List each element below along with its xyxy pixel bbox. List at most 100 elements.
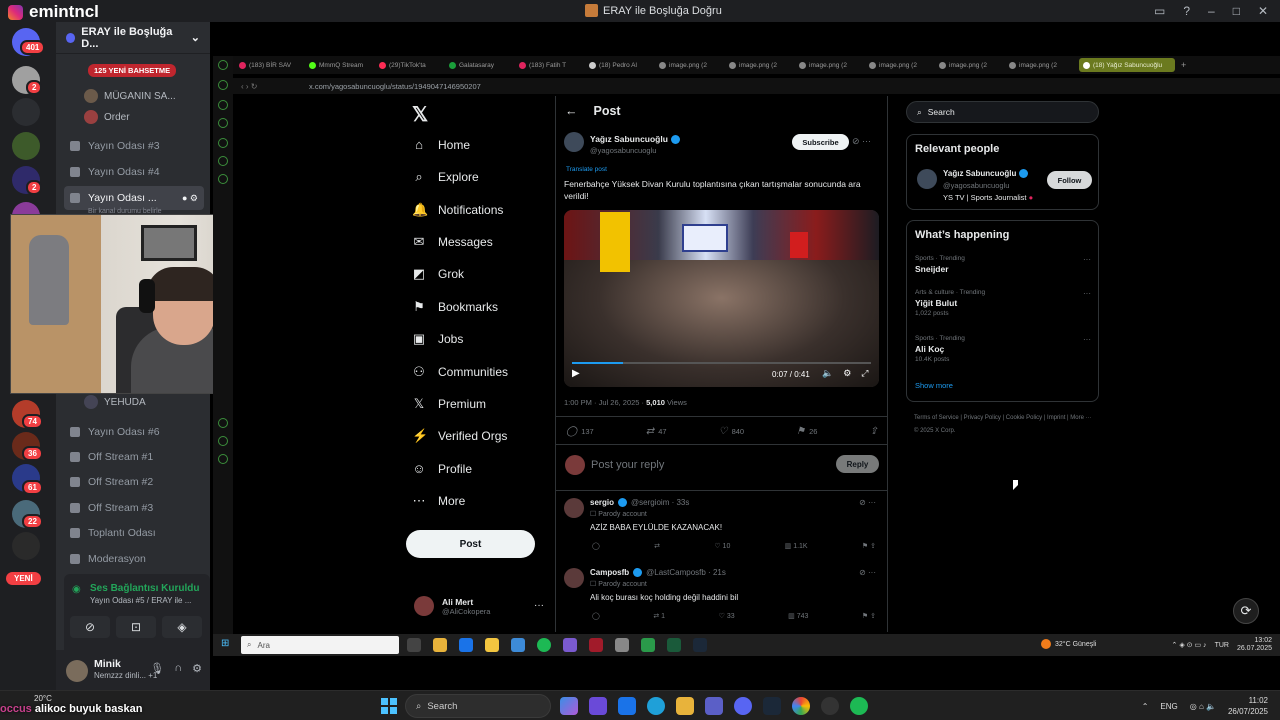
activity-icon[interactable]: ◈: [162, 616, 202, 638]
bookmark-action[interactable]: ⚑ 26: [796, 426, 817, 437]
channel-yayin-6[interactable]: Yayın Odası #6: [64, 420, 204, 444]
back-arrow-icon[interactable]: ←: [565, 104, 578, 118]
video-player[interactable]: ▶ 0:07 / 0:41 🔈 ⚙ ⤢: [564, 210, 879, 387]
server-header[interactable]: ERAY ile Boşluğa D... ⌄: [56, 22, 210, 54]
nav-item-jobs[interactable]: ▣ Jobs: [412, 331, 464, 347]
heart-icon[interactable]: ♡ 10: [714, 542, 730, 550]
trend-item[interactable]: Arts & culture · Trending Yiğit Bulut 1,02…: [915, 289, 1095, 317]
tweet-author[interactable]: Yağız Sabuncuoğlu: [590, 134, 680, 144]
show-more-link[interactable]: Show more: [915, 381, 953, 390]
reply-author[interactable]: sergio @sergioim · 33s: [590, 498, 689, 507]
voice-status[interactable]: Ses Bağlantısı Kuruldu: [90, 583, 199, 594]
account-switcher[interactable]: Ali Mert @AliCokopera ···: [414, 596, 544, 616]
like-action[interactable]: ♡ 840: [719, 426, 744, 437]
views-icon[interactable]: ▥ 1.1K: [785, 542, 808, 550]
discord-icon[interactable]: [563, 638, 577, 652]
views-icon[interactable]: ▥ 743: [788, 612, 808, 620]
browser-tab-active[interactable]: (18) Yağız Sabuncuoğlu: [1079, 58, 1175, 72]
sidebar-icon[interactable]: [218, 80, 228, 90]
edge-icon[interactable]: [647, 697, 665, 715]
browser-tab[interactable]: image.png (2: [869, 58, 933, 72]
address-bar[interactable]: ‹ › ↻ x.com/yagosabuncuoglu/status/19490…: [233, 78, 1280, 94]
reply-item[interactable]: sergio @sergioim · 33s ⊘ ··· ☐ Parody accou…: [564, 498, 880, 566]
subscribe-button[interactable]: Subscribe: [792, 134, 849, 150]
bookmark-share-icon[interactable]: ⚑ ⇪: [862, 612, 876, 620]
x-footer[interactable]: Terms of Service | Privacy Policy | Cook…: [914, 412, 1094, 438]
nav-item-home[interactable]: ⌂ Home: [412, 137, 470, 152]
nav-item-more[interactable]: ⋯ More: [412, 493, 466, 509]
browser-tab[interactable]: image.png (2: [1009, 58, 1073, 72]
outlook-icon[interactable]: [618, 697, 636, 715]
bookmark-share-icon[interactable]: ⚑ ⇪: [862, 542, 876, 550]
author-handle[interactable]: @yagosabuncuoglu: [590, 146, 656, 155]
headphones-icon[interactable]: ∩: [174, 662, 182, 675]
spotify-icon[interactable]: [537, 638, 551, 652]
reply-icon[interactable]: ◯: [592, 542, 600, 550]
help-icon[interactable]: ?: [1183, 4, 1190, 18]
nav-item-profile[interactable]: ☺ Profile: [412, 461, 472, 476]
play-icon[interactable]: ▶: [572, 368, 580, 379]
nav-item-messages[interactable]: ✉ Messages: [412, 234, 493, 250]
app-icon[interactable]: [667, 638, 681, 652]
nav-arrows-icon[interactable]: ‹ › ↻: [241, 82, 257, 91]
sidebar-icon[interactable]: [218, 454, 228, 464]
post-button[interactable]: Post: [406, 530, 535, 558]
browser-tab[interactable]: (29)TikTok'ta: [379, 58, 443, 72]
nav-item-verified-orgs[interactable]: ⚡ Verified Orgs: [412, 428, 507, 444]
settings-icon[interactable]: ⚙: [843, 368, 851, 379]
teams-icon[interactable]: [705, 697, 723, 715]
more-icon[interactable]: ···: [1083, 289, 1091, 298]
repost-icon[interactable]: ⇄: [654, 542, 660, 550]
folder-icon[interactable]: [433, 638, 447, 652]
channel-toplanti[interactable]: Toplantı Odası: [64, 521, 204, 545]
repost-icon[interactable]: ⇄ 1: [653, 612, 665, 620]
reply-icon[interactable]: ◯: [592, 612, 600, 620]
grok-fab-icon[interactable]: ⟳: [1233, 598, 1259, 624]
more-icon[interactable]: ···: [1083, 255, 1091, 264]
github-icon[interactable]: [821, 697, 839, 715]
channel-off-1[interactable]: Off Stream #1: [64, 445, 204, 469]
sidebar-icon[interactable]: [218, 60, 228, 70]
nav-item-premium[interactable]: 𝕏 Premium: [412, 396, 486, 412]
video-progress[interactable]: [572, 362, 871, 364]
channel-yayin-5[interactable]: Yayın Odası ... ● ⚙: [64, 186, 204, 210]
channel-yayin-3[interactable]: Yayın Odası #3: [64, 134, 204, 158]
reply-button[interactable]: Reply: [836, 455, 879, 473]
task-view-icon[interactable]: [407, 638, 421, 652]
browser-tab[interactable]: Galatasaray: [449, 58, 513, 72]
opera-icon[interactable]: [589, 638, 603, 652]
tray-icons[interactable]: ⌃ ◈ ⊙ ▭ ♪: [1172, 641, 1207, 649]
reply-item[interactable]: Camposfb @LastCamposfb · 21s ⊘ ··· ☐ Parody…: [564, 568, 880, 636]
voice-user[interactable]: Order: [84, 107, 130, 127]
sidebar-icon[interactable]: [218, 418, 228, 428]
inner-search[interactable]: ⌕ Ara: [241, 636, 399, 654]
steam-icon[interactable]: [693, 638, 707, 652]
avatar[interactable]: [564, 498, 584, 518]
server-avatar[interactable]: [12, 98, 40, 126]
store-icon[interactable]: [485, 638, 499, 652]
repost-action[interactable]: ⇄ 47: [646, 426, 667, 437]
trend-item[interactable]: Sports · Trending Ali Koç 10.4K posts ···: [915, 335, 1095, 363]
more-icon[interactable]: ⊘ ···: [859, 568, 876, 577]
trend-item[interactable]: Sports · Trending Sneijder ···: [915, 255, 1095, 276]
browser-tab[interactable]: MmmQ Stream: [309, 58, 373, 72]
app-icon[interactable]: [589, 697, 607, 715]
minimize-button[interactable]: –: [1208, 4, 1215, 18]
nav-item-explore[interactable]: ⌕ Explore: [412, 169, 478, 185]
avatar[interactable]: [917, 169, 937, 189]
avatar[interactable]: [564, 132, 584, 152]
avatar[interactable]: [66, 660, 88, 682]
outer-weather[interactable]: 20°C: [34, 694, 52, 703]
outer-search[interactable]: ⌕ Search: [405, 694, 551, 718]
nav-item-communities[interactable]: ⚇ Communities: [412, 364, 508, 380]
app-icon[interactable]: [641, 638, 655, 652]
x-logo-icon[interactable]: 𝕏: [412, 102, 428, 127]
reply-input[interactable]: Post your reply: [591, 459, 664, 471]
outer-clock[interactable]: 11:02 26/07/2025: [1228, 695, 1268, 717]
chrome-icon[interactable]: [792, 697, 810, 715]
more-icon[interactable]: ···: [1083, 335, 1091, 344]
folder-icon[interactable]: [676, 697, 694, 715]
follow-button[interactable]: Follow: [1047, 171, 1092, 189]
spotify-icon[interactable]: [850, 697, 868, 715]
sidebar-icon[interactable]: [218, 118, 228, 128]
